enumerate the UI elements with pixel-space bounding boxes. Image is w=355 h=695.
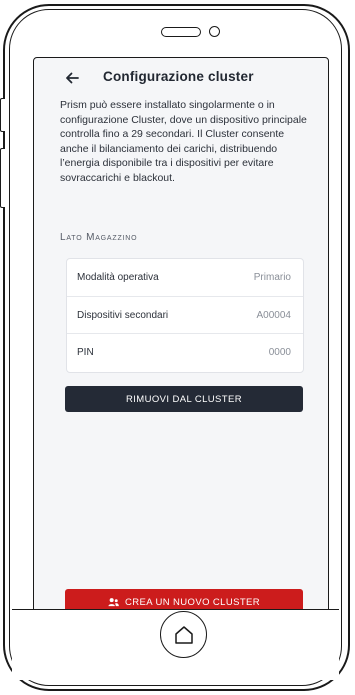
phone-side-button-bottom <box>0 148 5 208</box>
app-screen: Configurazione cluster Prism può essere … <box>33 57 329 610</box>
detail-label: PIN <box>77 347 94 358</box>
app-header: Configurazione cluster <box>34 67 328 93</box>
phone-side-button-top <box>0 98 5 132</box>
create-cluster-button[interactable]: CREA UN NUOVO CLUSTER <box>65 589 303 609</box>
home-icon <box>175 626 193 644</box>
detail-label: Modalità operativa <box>77 272 159 283</box>
section-label-text: Lato Magazzino <box>60 232 138 243</box>
detail-value: 0000 <box>268 347 291 358</box>
phone-camera <box>209 26 220 37</box>
detail-value: Primario <box>253 272 291 283</box>
arrow-left-icon[interactable] <box>64 70 80 86</box>
section-label: Lato Magazzino <box>60 232 137 243</box>
detail-row-pin: PIN 0000 <box>67 333 303 371</box>
create-button-label: CREA UN NUOVO CLUSTER <box>124 597 261 608</box>
remove-button-label: RIMUOVI DAL CLUSTER <box>126 393 242 405</box>
detail-value: A00004 <box>256 310 291 321</box>
cluster-details-card: Modalità operativa Primario Dispositivi … <box>66 258 304 373</box>
detail-row-secondary-devices: Dispositivi secondari A00004 <box>67 296 303 334</box>
cluster-description: Prism può essere installato singolarment… <box>60 99 307 184</box>
page-title: Configurazione cluster <box>103 69 254 84</box>
remove-from-cluster-button[interactable]: RIMUOVI DAL CLUSTER <box>65 386 303 412</box>
detail-label: Dispositivi secondari <box>77 310 169 321</box>
detail-row-mode: Modalità operativa Primario <box>67 259 303 296</box>
users-group-icon <box>108 598 119 607</box>
phone-speaker <box>161 27 201 37</box>
